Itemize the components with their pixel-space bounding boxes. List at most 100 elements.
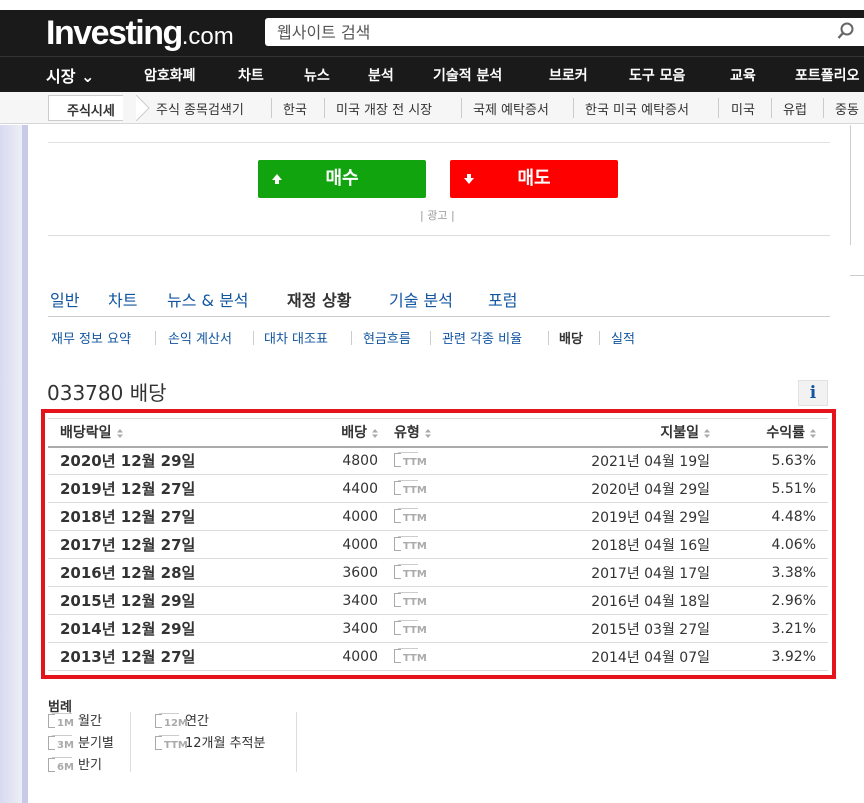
nav-news[interactable]: 뉴스: [304, 65, 330, 85]
cell-pay-date: 2020년 04월 29일: [454, 474, 724, 503]
buy-button-label: 매수: [325, 168, 359, 189]
table-row: 2020년 12월 29일 4800 TTM 2021년 04월 19일 5.63%: [48, 446, 828, 475]
cell-yield: 3.21%: [724, 614, 828, 643]
tag-ttm-icon: TTM: [394, 648, 428, 665]
sort-icon: [810, 429, 816, 439]
tag-ttm-icon: TTM: [394, 508, 428, 525]
col-yield[interactable]: 수익률: [724, 418, 828, 448]
tab-general[interactable]: 일반: [50, 287, 79, 311]
table-row: 2013년 12월 27일 4000 TTM 2014년 04월 07일 3.92%: [48, 642, 828, 671]
nav-crypto[interactable]: 암호화폐: [144, 65, 196, 85]
table-row: 2018년 12월 27일 4000 TTM 2019년 04월 29일 4.48%: [48, 502, 828, 531]
subnav-divider: [718, 98, 719, 118]
breadcrumb-arrow-icon: [136, 95, 150, 121]
investing-logo[interactable]: Investing.com: [46, 14, 234, 53]
cell-type: TTM: [384, 530, 454, 559]
col-pay-date[interactable]: 지불일: [454, 418, 724, 448]
subnav-divider: [823, 98, 824, 118]
cell-pay-date: 2016년 04월 18일: [454, 586, 724, 615]
subtab-dividends[interactable]: 배당: [559, 328, 583, 347]
col-type[interactable]: 유형: [384, 418, 454, 448]
nav-portfolio[interactable]: 포트폴리오: [795, 65, 859, 85]
legend-item-semiannual: 6M 반기: [48, 754, 102, 774]
search-input[interactable]: [265, 18, 825, 46]
cell-yield: 4.06%: [724, 530, 828, 559]
cell-pay-date: 2018년 04월 16일: [454, 530, 724, 559]
subnav-intl-dr[interactable]: 국제 예탁증서: [473, 99, 549, 118]
nav-education[interactable]: 교육: [730, 65, 756, 85]
nav-markets[interactable]: 시장 ⌄: [46, 63, 94, 87]
subnav-korea[interactable]: 한국: [283, 99, 307, 118]
search-box: [265, 18, 864, 46]
legend-item-ttm: TTM 12개월 추적분: [155, 732, 265, 752]
tab-chart[interactable]: 차트: [108, 287, 137, 311]
cell-pay-date: 2017년 04월 17일: [454, 558, 724, 587]
cell-yield: 3.38%: [724, 558, 828, 587]
col-pay-date-label: 지불일: [660, 425, 699, 442]
buy-button[interactable]: 매수: [258, 160, 426, 198]
nav-brokers[interactable]: 브로커: [549, 65, 588, 85]
search-icon[interactable]: [837, 22, 855, 40]
tab-technical[interactable]: 기술 분석: [389, 287, 453, 311]
subtab-balance[interactable]: 대차 대조표: [264, 328, 328, 347]
legend-label: 연간: [185, 714, 209, 729]
cell-type: TTM: [384, 502, 454, 531]
nav-analysis[interactable]: 분석: [368, 65, 394, 85]
col-yield-label: 수익률: [766, 425, 805, 442]
subnav-us[interactable]: 미국: [731, 99, 755, 118]
col-dividend[interactable]: 배당: [238, 418, 384, 448]
legend-item-quarterly: 3M 분기별: [48, 732, 114, 752]
table-header-row: 배당락일 배당 유형 지불일 수익률: [48, 418, 828, 448]
subtab-ratios[interactable]: 관련 각종 비율: [442, 328, 522, 347]
tag-ttm-icon: TTM: [394, 480, 428, 497]
subnav-europe[interactable]: 유럽: [783, 99, 807, 118]
sub-nav: 주식시세 주식 종목검색기 한국 미국 개장 전 시장 국제 예탁증서 한국 미…: [0, 92, 864, 124]
subtab-divider: [430, 331, 431, 345]
subtab-divider: [599, 331, 600, 345]
tag-ttm-icon: TTM: [394, 536, 428, 553]
subtab-income[interactable]: 손익 계산서: [168, 328, 232, 347]
col-dividend-label: 배당: [341, 425, 367, 442]
subnav-middle-east[interactable]: 중동: [835, 99, 859, 118]
subtab-summary[interactable]: 재무 정보 요약: [51, 328, 131, 347]
legend-divider: [130, 712, 131, 772]
cell-yield: 4.48%: [724, 502, 828, 531]
legend-item-annual: 12M 연간: [155, 710, 209, 730]
tab-forum[interactable]: 포럼: [488, 287, 517, 311]
cell-type: TTM: [384, 474, 454, 503]
cell-ex-date: 2017년 12월 27일: [48, 530, 238, 559]
cell-type: TTM: [384, 586, 454, 615]
sell-button[interactable]: 매도: [450, 160, 618, 198]
legend-label: 반기: [78, 758, 102, 773]
cell-ex-date: 2018년 12월 27일: [48, 502, 238, 531]
tag-ttm-icon: TTM: [394, 620, 428, 637]
nav-tools[interactable]: 도구 모음: [629, 65, 685, 85]
nav-charts[interactable]: 차트: [238, 65, 264, 85]
cell-type: TTM: [384, 446, 454, 475]
subnav-divider: [324, 98, 325, 118]
subnav-stocks-active[interactable]: 주식시세: [48, 95, 123, 121]
info-icon[interactable]: i: [798, 380, 828, 406]
subnav-kr-us-dr[interactable]: 한국 미국 예탁증서: [585, 99, 689, 118]
cell-pay-date: 2019년 04월 29일: [454, 502, 724, 531]
col-ex-date[interactable]: 배당락일: [48, 418, 238, 448]
cell-dividend: 4400: [238, 474, 384, 503]
subtab-divider: [548, 331, 549, 345]
tag-ttm-icon: TTM: [155, 735, 188, 752]
subtab-cashflow[interactable]: 현금흐름: [363, 328, 411, 347]
subnav-screener[interactable]: 주식 종목검색기: [156, 99, 244, 118]
subnav-divider: [271, 98, 272, 118]
subtab-earnings[interactable]: 실적: [611, 328, 635, 347]
sort-icon: [424, 429, 431, 439]
cell-ex-date: 2014년 12월 29일: [48, 614, 238, 643]
sell-button-label: 매도: [517, 168, 551, 189]
nav-technical[interactable]: 기술적 분석: [433, 65, 502, 85]
col-type-label: 유형: [394, 425, 420, 442]
subnav-us-premarket[interactable]: 미국 개장 전 시장: [336, 99, 432, 118]
section-divider: [48, 235, 830, 236]
tab-news-analysis[interactable]: 뉴스 & 분석: [167, 287, 249, 311]
tab-financials[interactable]: 재정 상황: [287, 287, 351, 311]
cell-ex-date: 2013년 12월 27일: [48, 642, 238, 671]
table-row: 2014년 12월 29일 3400 TTM 2015년 03월 27일 3.21%: [48, 614, 828, 643]
dividends-table-body: 2020년 12월 29일 4800 TTM 2021년 04월 19일 5.63% 20…: [48, 446, 828, 671]
